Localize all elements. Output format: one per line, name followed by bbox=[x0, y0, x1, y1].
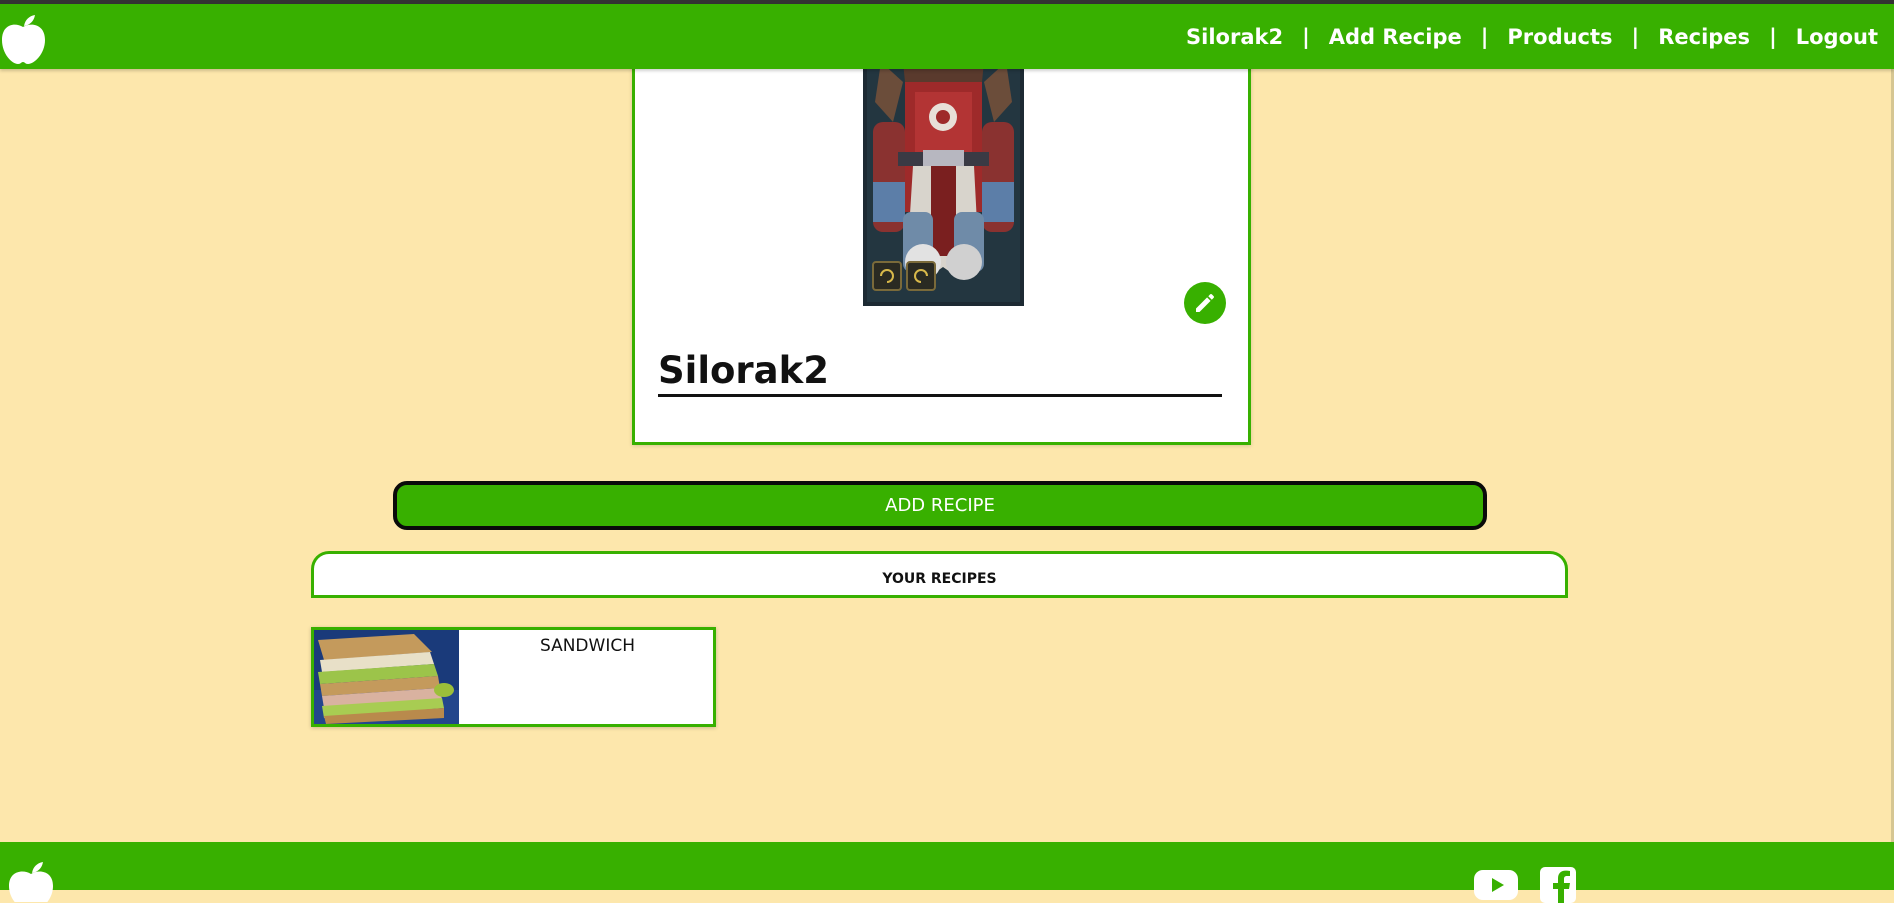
youtube-icon[interactable] bbox=[1474, 870, 1518, 900]
recipe-title[interactable]: SANDWICH bbox=[459, 636, 716, 656]
nav-add-recipe-link[interactable]: Add Recipe bbox=[1329, 25, 1462, 49]
facebook-icon[interactable] bbox=[1540, 867, 1576, 903]
profile-username-title: Silorak2 bbox=[658, 348, 1222, 397]
nav-links: Silorak2 | Add Recipe | Products | Recip… bbox=[1186, 4, 1878, 69]
nav-separator: | bbox=[1480, 24, 1489, 49]
nav-logout-link[interactable]: Logout bbox=[1796, 25, 1878, 49]
your-recipes-header: YOUR RECIPES bbox=[311, 551, 1568, 598]
recipe-thumbnail-image bbox=[314, 630, 459, 724]
nav-separator: | bbox=[1631, 24, 1640, 49]
nav-products-link[interactable]: Products bbox=[1507, 25, 1612, 49]
nav-separator: | bbox=[1302, 24, 1310, 49]
pencil-icon bbox=[1196, 294, 1214, 312]
nav-recipes-link[interactable]: Recipes bbox=[1658, 25, 1750, 49]
apple-logo-icon[interactable] bbox=[0, 13, 46, 65]
top-navbar: Silorak2 | Add Recipe | Products | Recip… bbox=[0, 4, 1894, 69]
recipe-card[interactable]: SANDWICH bbox=[311, 627, 716, 727]
footer bbox=[0, 842, 1894, 903]
nav-username-link[interactable]: Silorak2 bbox=[1186, 25, 1283, 49]
nav-separator: | bbox=[1769, 24, 1777, 49]
profile-avatar-image bbox=[863, 62, 1024, 306]
apple-logo-icon bbox=[9, 862, 53, 902]
edit-profile-button[interactable] bbox=[1184, 282, 1226, 324]
profile-card: Silorak2 bbox=[632, 62, 1251, 445]
add-recipe-button[interactable]: ADD RECIPE bbox=[393, 481, 1487, 530]
